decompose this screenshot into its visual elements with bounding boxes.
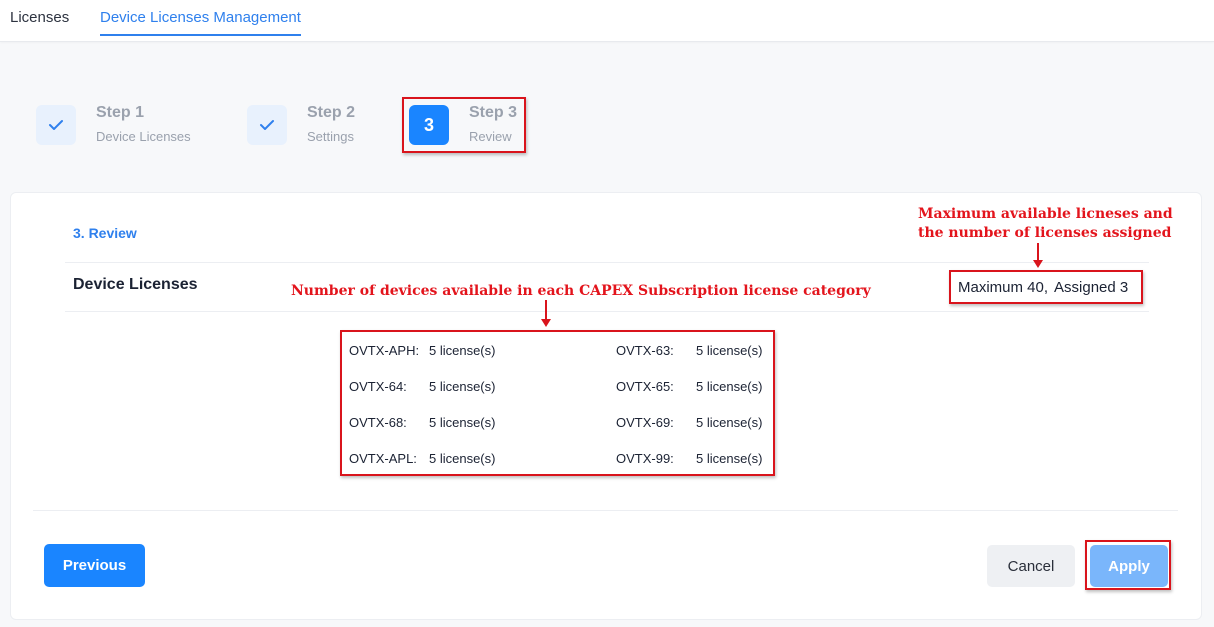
license-count: 5 license(s)	[429, 415, 496, 430]
step-1-title: Step 1	[96, 104, 145, 121]
annotation-max-line2: the number of licenses assigned	[918, 225, 1172, 241]
top-tab-bar: Licenses Device Licenses Management	[0, 0, 1214, 42]
license-name: OVTX-64:	[349, 379, 407, 394]
license-name: OVTX-65:	[616, 379, 674, 394]
cancel-button[interactable]: Cancel	[987, 545, 1075, 587]
license-count: 5 license(s)	[696, 379, 763, 394]
annotation-devices-arrow-head	[541, 319, 551, 327]
divider-bottom	[33, 510, 1178, 511]
license-count: 5 license(s)	[429, 379, 496, 394]
license-name: OVTX-63:	[616, 343, 674, 358]
annotation-devices: Number of devices available in each CAPE…	[291, 283, 871, 299]
step-2-check-icon	[247, 105, 287, 145]
license-count: 5 license(s)	[429, 343, 496, 358]
summary-highlight-box	[949, 270, 1143, 304]
annotation-devices-arrow-line	[545, 300, 547, 320]
license-count: 5 license(s)	[696, 343, 763, 358]
step-3-highlight-box	[402, 97, 526, 153]
license-name: OVTX-68:	[349, 415, 407, 430]
license-name: OVTX-69:	[616, 415, 674, 430]
annotation-max-arrow-line	[1037, 243, 1039, 261]
license-count: 5 license(s)	[696, 451, 763, 466]
license-count: 5 license(s)	[429, 451, 496, 466]
step-2-title: Step 2	[307, 104, 356, 121]
annotation-max-line1: Maximum available licneses and	[918, 206, 1173, 222]
license-name: OVTX-APH:	[349, 343, 420, 358]
step-1-subtitle: Device Licenses	[96, 129, 191, 144]
apply-highlight-box	[1085, 540, 1171, 590]
license-name: OVTX-99:	[616, 451, 674, 466]
previous-button[interactable]: Previous	[44, 544, 145, 587]
tab-device-licenses-management[interactable]: Device Licenses Management	[100, 9, 301, 36]
device-licenses-label: Device Licenses	[73, 276, 198, 293]
step-1-check-icon	[36, 105, 76, 145]
divider-top	[65, 262, 1149, 263]
license-count: 5 license(s)	[696, 415, 763, 430]
tab-licenses[interactable]: Licenses	[10, 9, 69, 26]
section-label-review: 3. Review	[73, 225, 137, 241]
step-2-subtitle: Settings	[307, 129, 354, 144]
divider-mid	[65, 311, 1149, 312]
license-name: OVTX-APL:	[349, 451, 417, 466]
annotation-max-arrow-head	[1033, 260, 1043, 268]
